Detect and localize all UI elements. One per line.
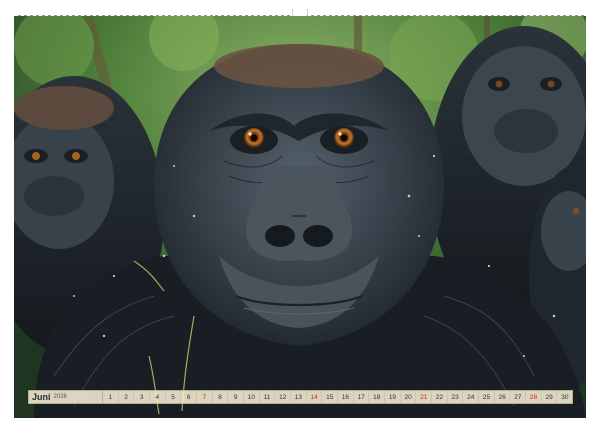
day-cell: 19 [385, 391, 401, 403]
day-cell: 2 [119, 391, 135, 403]
day-cell: 5 [166, 391, 182, 403]
day-cell: 18 [369, 391, 386, 403]
day-cell: 30 [561, 393, 569, 401]
day-cell: 4 [150, 391, 166, 403]
day-cell: 16 [338, 391, 354, 403]
calendar-strip: Juni 2026 1 2 3 4 5 6 7 8 9 10 11 12 13 14 15 16 17 18 19 2… [28, 390, 573, 404]
day-cell: 29 [542, 391, 558, 403]
day-cell: 10 [244, 391, 260, 403]
day-cell: 8 [213, 391, 229, 403]
day-cell: 7 [197, 391, 213, 403]
day-cell: 15 [322, 391, 339, 403]
day-cell: 12 [275, 391, 292, 403]
day-cell: 24 [463, 391, 480, 403]
day-cell: 21 [416, 391, 433, 403]
day-cell: 3 [134, 391, 151, 403]
day-cell: 27 [510, 391, 527, 403]
day-row: 1 2 3 4 5 6 7 8 9 10 11 12 13 14 15 16 17 18 19 20 21 22 23 24 2… [103, 391, 572, 403]
day-cell: 14 [307, 391, 323, 403]
day-cell: 23 [448, 391, 464, 403]
day-cell: 1 [103, 391, 119, 403]
gorilla-photo [14, 16, 586, 418]
day-cell: 26 [495, 391, 511, 403]
day-cell: 28 [526, 391, 542, 403]
day-cell: 6 [181, 391, 198, 403]
month-label: Juni 2026 [29, 391, 103, 403]
gorilla-illustration [14, 16, 586, 418]
day-cell: 17 [354, 391, 370, 403]
day-cell: 11 [260, 391, 276, 403]
day-cell: 25 [479, 391, 495, 403]
day-cell: 20 [401, 391, 417, 403]
day-cell: 9 [228, 391, 245, 403]
day-cell: 13 [291, 391, 307, 403]
month-name: Juni [32, 392, 51, 402]
day-cell: 22 [432, 391, 448, 403]
year-label: 2026 [53, 394, 67, 400]
